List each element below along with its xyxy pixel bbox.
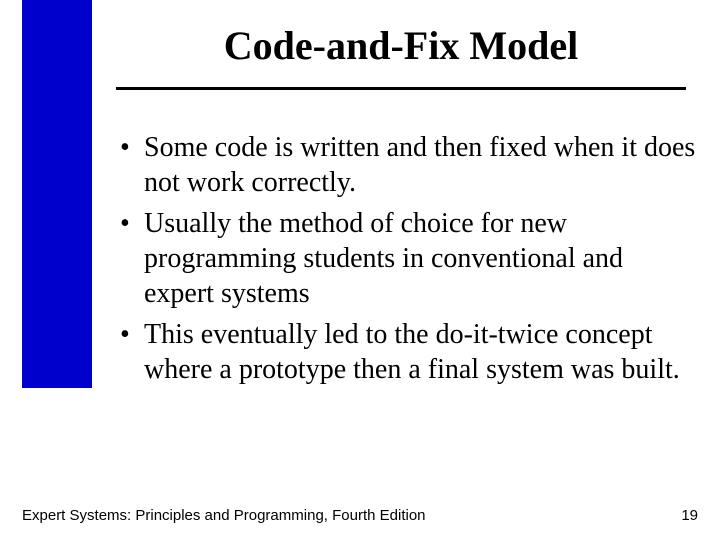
- accent-bar: [22, 0, 92, 388]
- slide-title: Code-and-Fix Model: [116, 22, 686, 69]
- bullet-icon: •: [116, 130, 144, 200]
- list-item: • Usually the method of choice for new p…: [116, 206, 696, 311]
- bullet-text: Usually the method of choice for new pro…: [144, 206, 696, 311]
- bullet-icon: •: [116, 206, 144, 311]
- bullet-text: Some code is written and then fixed when…: [144, 130, 696, 200]
- bullet-text: This eventually led to the do-it-twice c…: [144, 317, 696, 387]
- bullet-list: • Some code is written and then fixed wh…: [116, 130, 696, 393]
- list-item: • This eventually led to the do-it-twice…: [116, 317, 696, 387]
- title-block: Code-and-Fix Model: [116, 22, 686, 90]
- page-number: 19: [681, 507, 698, 524]
- list-item: • Some code is written and then fixed wh…: [116, 130, 696, 200]
- title-rule: [116, 87, 686, 90]
- footer: Expert Systems: Principles and Programmi…: [22, 507, 698, 524]
- bullet-icon: •: [116, 317, 144, 387]
- footer-left: Expert Systems: Principles and Programmi…: [22, 507, 426, 524]
